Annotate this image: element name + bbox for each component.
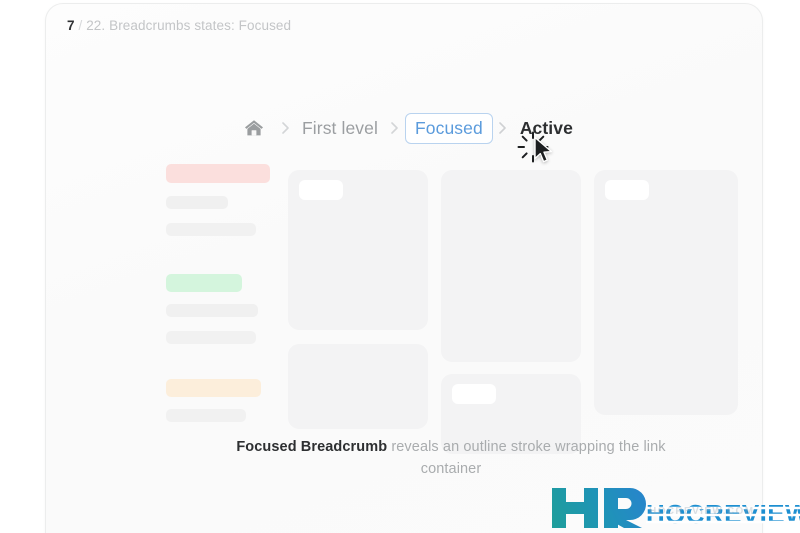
- content-card-5-chip: [605, 180, 649, 200]
- nav-item-highlight-red: [166, 164, 270, 183]
- content-card-2: [288, 344, 428, 429]
- nav-item-line-1: [166, 196, 228, 209]
- sidebar-skeleton: [166, 164, 278, 434]
- breadcrumb-separator-1: [275, 121, 295, 135]
- nav-item-line-5: [166, 409, 246, 422]
- nav-item-line-2: [166, 223, 256, 236]
- nav-item-line-4: [166, 331, 256, 344]
- slide-panel: 7 / 22. Breadcrumbs states: Focused Firs…: [45, 3, 763, 533]
- slide-caption: Focused Breadcrumb reveals an outline st…: [216, 436, 686, 480]
- slide-header: 7 / 22. Breadcrumbs states: Focused: [67, 18, 291, 33]
- nav-item-line-3: [166, 304, 258, 317]
- slide-title: 22. Breadcrumbs states: Focused: [86, 18, 292, 33]
- breadcrumb: First level Focused Active: [242, 110, 580, 146]
- content-card-1-chip: [299, 180, 343, 200]
- screenshot-root: 7 / 22. Breadcrumbs states: Focused Firs…: [0, 0, 800, 533]
- breadcrumb-item-active: Active: [519, 117, 573, 138]
- breadcrumb-home-link[interactable]: [242, 116, 266, 140]
- slide-separator: /: [78, 18, 83, 33]
- home-icon: [243, 117, 265, 139]
- content-card-5: [594, 170, 738, 415]
- breadcrumb-item-first-level[interactable]: First level: [295, 115, 385, 142]
- breadcrumb-separator-3: [493, 121, 513, 135]
- watermark-subtext: HOCREVIEW.COM: [649, 506, 755, 517]
- content-card-3: [441, 170, 581, 362]
- content-card-1: [288, 170, 428, 330]
- nav-item-highlight-orange: [166, 379, 261, 397]
- content-cards: [288, 170, 738, 454]
- slide-index: 7: [67, 18, 75, 33]
- caption-strong: Focused Breadcrumb: [236, 439, 388, 455]
- breadcrumb-separator-2: [385, 121, 405, 135]
- caption-rest: reveals an outline stroke wrapping the l…: [387, 439, 666, 477]
- nav-item-highlight-green: [166, 274, 242, 292]
- breadcrumb-item-focused[interactable]: Focused: [404, 112, 493, 144]
- content-card-4-chip: [452, 384, 496, 404]
